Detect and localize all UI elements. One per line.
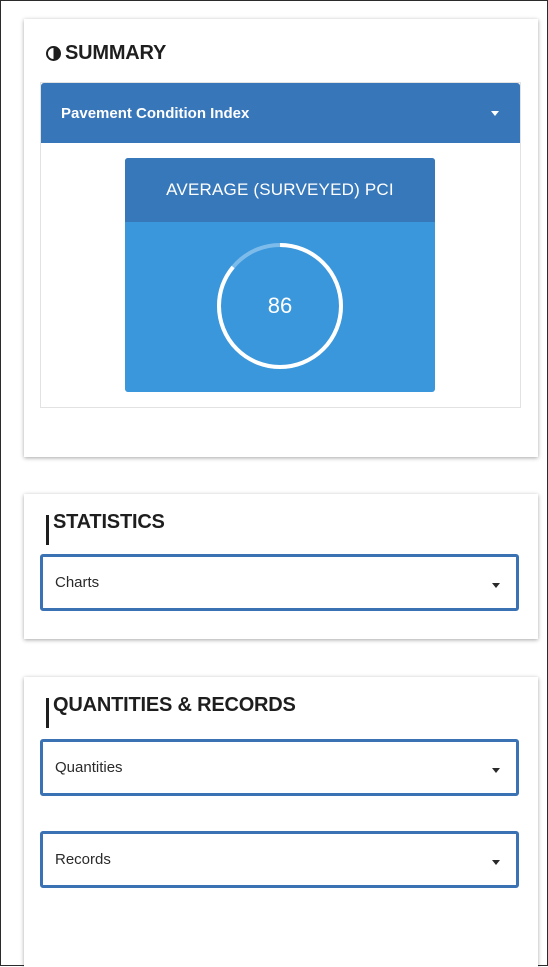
quantities-heading: QUANTITIES & RECORDS (46, 691, 296, 728)
quantities-select[interactable]: Quantities (40, 739, 519, 796)
summary-panel: Pavement Condition Index AVERAGE (SURVEY… (40, 82, 521, 408)
quantities-records-card: QUANTITIES & RECORDS Quantities Records (24, 677, 538, 967)
pci-metric-dropdown[interactable]: Pavement Condition Index (41, 83, 520, 143)
pci-value: 86 (267, 293, 293, 318)
pci-tile-title: AVERAGE (SURVEYED) PCI (125, 158, 435, 222)
bar-chart-icon (46, 515, 49, 545)
chevron-down-icon (492, 768, 500, 773)
charts-select[interactable]: Charts (40, 554, 519, 611)
charts-select-value: Charts (55, 574, 100, 591)
records-select[interactable]: Records (40, 831, 519, 888)
summary-heading: SUMMARY (46, 39, 166, 67)
statistics-card: STATISTICS Charts (24, 494, 538, 639)
summary-card: SUMMARY Pavement Condition Index AVERAGE… (24, 19, 538, 457)
quantities-title: QUANTITIES & RECORDS (53, 693, 296, 716)
statistics-heading: STATISTICS (46, 508, 165, 545)
chevron-down-icon (491, 111, 499, 116)
chevron-down-icon (492, 860, 500, 865)
records-select-value: Records (55, 851, 111, 868)
quantities-select-value: Quantities (55, 759, 123, 776)
statistics-title: STATISTICS (53, 510, 165, 533)
summary-title: SUMMARY (65, 41, 167, 64)
chevron-down-icon (492, 583, 500, 588)
average-pci-tile: AVERAGE (SURVEYED) PCI 86 (125, 158, 435, 392)
half-circle-icon (46, 45, 61, 61)
pci-dropdown-label: Pavement Condition Index (61, 104, 250, 122)
bar-chart-icon (46, 698, 49, 728)
